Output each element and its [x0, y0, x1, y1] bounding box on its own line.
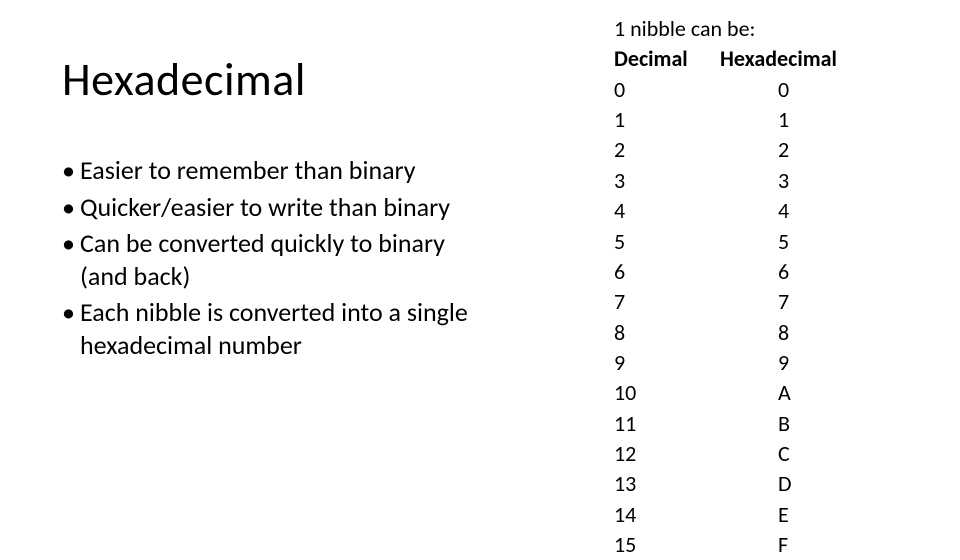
table-body: 00 11 22 33 44 55 66 77 88 99 10A 11B 12…: [614, 75, 870, 560]
cell-hex: 5: [720, 227, 870, 257]
list-item-text: Can be converted quickly to binary (and …: [80, 227, 492, 292]
table-row: 00: [614, 75, 870, 105]
table-title: 1 nibble can be:: [614, 14, 870, 44]
cell-hex: 6: [720, 257, 870, 287]
cell-decimal: 7: [614, 287, 720, 317]
table-row: 44: [614, 196, 870, 226]
table-row: 11: [614, 105, 870, 135]
cell-decimal: 5: [614, 227, 720, 257]
list-item: • Can be converted quickly to binary (an…: [62, 227, 492, 292]
table-row: 66: [614, 257, 870, 287]
list-item: • Easier to remember than binary: [62, 154, 492, 187]
bullet-list: • Easier to remember than binary • Quick…: [62, 154, 492, 365]
cell-decimal: 3: [614, 166, 720, 196]
table-row: 13D: [614, 469, 870, 499]
cell-hex: A: [720, 378, 870, 408]
header-decimal: Decimal: [614, 44, 720, 74]
cell-hex: 1: [720, 105, 870, 135]
table-row: 12C: [614, 439, 870, 469]
cell-decimal: 4: [614, 196, 720, 226]
list-item-text: Each nibble is converted into a single h…: [80, 296, 492, 361]
cell-hex: 7: [720, 287, 870, 317]
cell-decimal: 12: [614, 439, 720, 469]
list-item: • Each nibble is converted into a single…: [62, 296, 492, 361]
cell-decimal: 6: [614, 257, 720, 287]
bullet-icon: •: [62, 296, 80, 361]
table-row: 88: [614, 318, 870, 348]
table-row: 22: [614, 135, 870, 165]
cell-decimal: 10: [614, 378, 720, 408]
table-row: 10A: [614, 378, 870, 408]
cell-hex: F: [720, 530, 870, 560]
list-item: • Quicker/easier to write than binary: [62, 191, 492, 224]
table-row: 14E: [614, 500, 870, 530]
cell-decimal: 11: [614, 409, 720, 439]
cell-hex: 0: [720, 75, 870, 105]
cell-decimal: 1: [614, 105, 720, 135]
bullet-icon: •: [62, 191, 80, 224]
page-title: Hexadecimal: [62, 52, 306, 108]
cell-hex: 8: [720, 318, 870, 348]
slide: Hexadecimal • Easier to remember than bi…: [0, 0, 960, 540]
cell-hex: 9: [720, 348, 870, 378]
table-row: 77: [614, 287, 870, 317]
cell-decimal: 13: [614, 469, 720, 499]
table-row: 99: [614, 348, 870, 378]
bullet-icon: •: [62, 227, 80, 292]
table-header-row: Decimal Hexadecimal: [614, 44, 870, 74]
header-hexadecimal: Hexadecimal: [720, 44, 870, 74]
cell-hex: D: [720, 469, 870, 499]
cell-hex: C: [720, 439, 870, 469]
cell-hex: 4: [720, 196, 870, 226]
table-row: 11B: [614, 409, 870, 439]
list-item-text: Quicker/easier to write than binary: [80, 191, 492, 224]
cell-decimal: 9: [614, 348, 720, 378]
table-row: 15F: [614, 530, 870, 560]
cell-hex: B: [720, 409, 870, 439]
table-row: 55: [614, 227, 870, 257]
cell-hex: 2: [720, 135, 870, 165]
cell-decimal: 2: [614, 135, 720, 165]
table-row: 33: [614, 166, 870, 196]
cell-decimal: 15: [614, 530, 720, 560]
conversion-table: 1 nibble can be: Decimal Hexadecimal 00 …: [614, 14, 870, 560]
list-item-text: Easier to remember than binary: [80, 154, 492, 187]
bullet-icon: •: [62, 154, 80, 187]
cell-hex: E: [720, 500, 870, 530]
cell-decimal: 0: [614, 75, 720, 105]
cell-decimal: 14: [614, 500, 720, 530]
cell-hex: 3: [720, 166, 870, 196]
cell-decimal: 8: [614, 318, 720, 348]
